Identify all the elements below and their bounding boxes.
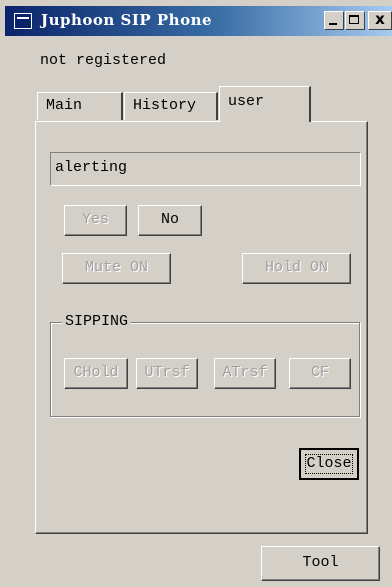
- app-icon: [14, 13, 32, 29]
- minimize-button[interactable]: [324, 11, 344, 30]
- tab-main[interactable]: Main: [37, 92, 123, 120]
- close-window-button[interactable]: x: [368, 10, 392, 30]
- window-title: Juphoon SIP Phone: [41, 11, 213, 29]
- user-tab-panel: [35, 121, 368, 534]
- close-icon: x: [375, 10, 385, 28]
- tab-user[interactable]: user: [219, 86, 311, 122]
- maximize-button[interactable]: [345, 11, 365, 30]
- title-bar[interactable]: Juphoon SIP Phone x: [5, 6, 392, 36]
- tab-history[interactable]: History: [124, 92, 218, 120]
- registration-status: not registered: [40, 52, 167, 69]
- tool-button[interactable]: Tool: [261, 546, 380, 581]
